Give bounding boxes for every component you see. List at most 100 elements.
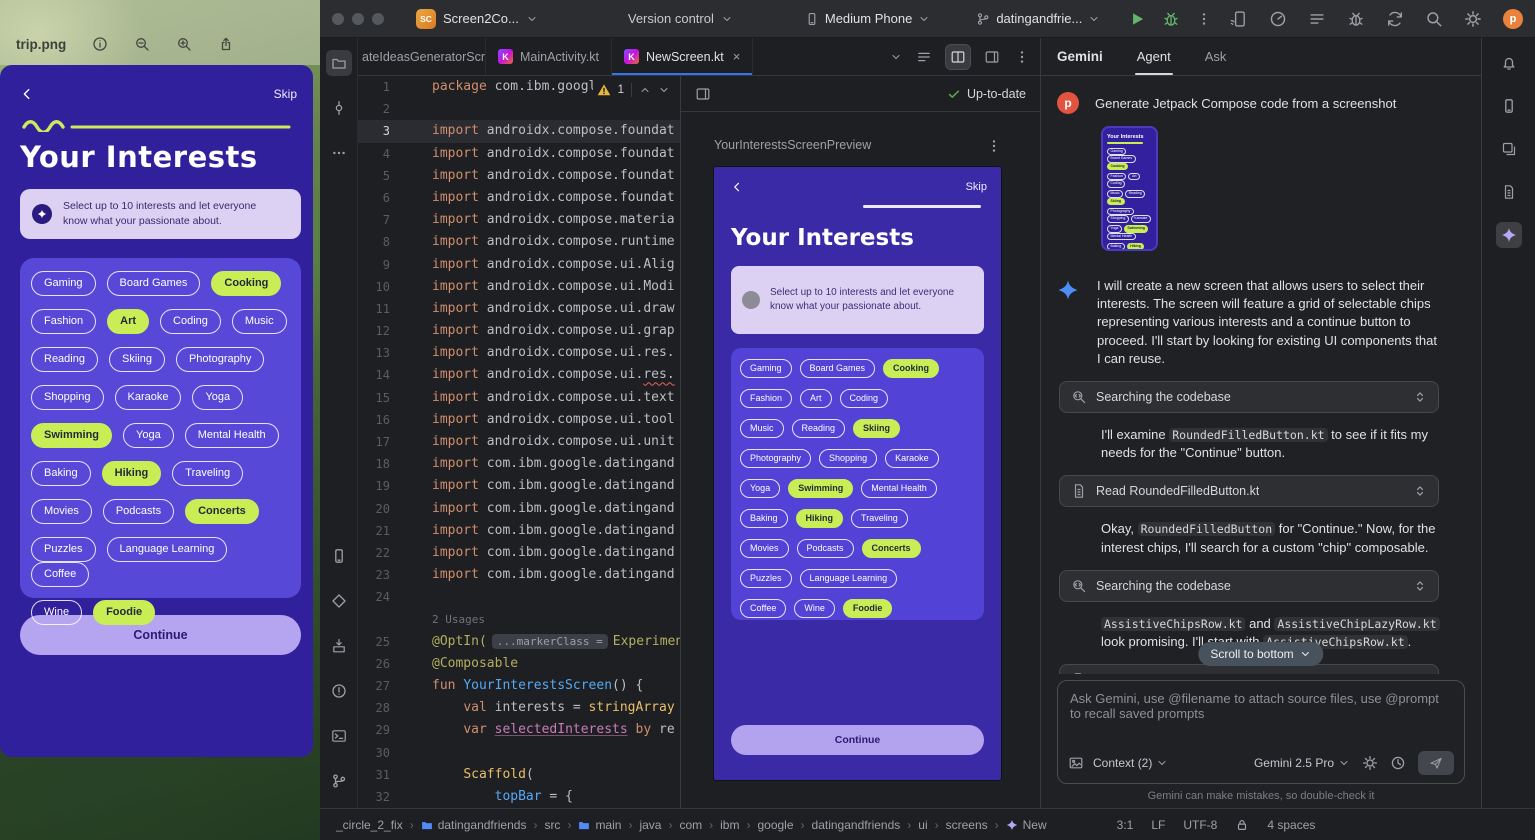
problems-button[interactable]	[326, 678, 352, 704]
code-line[interactable]: 2	[358, 98, 680, 120]
interest-chip[interactable]: Shopping	[819, 449, 877, 468]
design-view-button[interactable]	[980, 45, 1004, 69]
code-line[interactable]: 28 val interests = stringArray	[358, 697, 680, 719]
device-selector[interactable]: Medium Phone	[799, 7, 936, 30]
prompt-settings-icon[interactable]	[1362, 755, 1378, 771]
interest-chip[interactable]: Cooking	[883, 359, 939, 378]
prev-problem-icon[interactable]	[639, 84, 651, 96]
interest-chip[interactable]: Foodie	[843, 599, 893, 618]
documentation-button[interactable]	[1496, 179, 1522, 205]
interest-chip[interactable]: Karaoke	[115, 385, 182, 410]
resource-manager-button[interactable]	[1496, 136, 1522, 162]
interest-chip[interactable]: Photography	[176, 347, 264, 372]
project-selector[interactable]: SC Screen2Co...	[410, 6, 544, 32]
sync-project-icon[interactable]	[1386, 10, 1404, 28]
debug-button[interactable]	[1162, 10, 1180, 28]
info-icon[interactable]	[92, 36, 108, 52]
breadcrumb-item[interactable]: _circle_2_fix	[336, 818, 403, 832]
run-button[interactable]	[1128, 10, 1146, 28]
project-tool-button[interactable]	[326, 50, 352, 76]
interest-chip[interactable]: Karaoke	[885, 449, 939, 468]
tab-agent[interactable]: Agent	[1137, 49, 1171, 64]
interest-chip[interactable]: Concerts	[862, 539, 921, 558]
close-window-button[interactable]	[332, 13, 344, 25]
interest-chip[interactable]: Music	[232, 309, 287, 334]
preview-layout-icon[interactable]	[695, 86, 711, 102]
device-mirroring-icon[interactable]	[1230, 10, 1248, 28]
interest-chip[interactable]: Photography	[740, 449, 811, 468]
interest-chip[interactable]: Fashion	[740, 389, 792, 408]
code-line[interactable]: 22import com.ibm.google.datingand	[358, 542, 680, 564]
code-line[interactable]: 14import androidx.compose.ui.res.	[358, 364, 680, 386]
interest-chip[interactable]: Yoga	[123, 423, 174, 448]
code-line[interactable]: 9import androidx.compose.ui.Alig	[358, 254, 680, 276]
interest-chip[interactable]: Baking	[31, 461, 91, 486]
interest-chip[interactable]: Gaming	[31, 271, 96, 296]
interest-chip[interactable]: Skiing	[109, 347, 165, 372]
interest-chip[interactable]: Yoga	[740, 479, 780, 498]
device-explorer-button[interactable]	[1496, 93, 1522, 119]
build-button[interactable]	[326, 633, 352, 659]
interest-chip[interactable]: Traveling	[172, 461, 243, 486]
lock-icon[interactable]	[1235, 818, 1249, 832]
zoom-window-button[interactable]	[372, 13, 384, 25]
caret-position[interactable]: 3:1	[1117, 818, 1134, 832]
breadcrumb-item[interactable]: datingandfriends	[812, 818, 901, 832]
breadcrumb-item[interactable]: java	[639, 818, 661, 832]
code-line[interactable]: 17import androidx.compose.ui.unit	[358, 431, 680, 453]
interest-chip[interactable]: Language Learning	[800, 569, 898, 588]
more-tool-windows-button[interactable]	[326, 140, 352, 166]
interest-chip[interactable]: Concerts	[185, 499, 259, 524]
interest-chip[interactable]: Hiking	[102, 461, 162, 486]
running-devices-button[interactable]	[326, 543, 352, 569]
tool-call-row-search-2[interactable]: Searching the codebase	[1059, 570, 1439, 602]
interest-chip[interactable]: Language Learning	[107, 537, 228, 562]
back-chevron-icon[interactable]	[20, 87, 34, 101]
expand-collapse-icon[interactable]	[1413, 673, 1427, 674]
tab-ask[interactable]: Ask	[1205, 49, 1227, 64]
user-avatar[interactable]: p	[1503, 9, 1523, 29]
expand-collapse-icon[interactable]	[1413, 579, 1427, 593]
share-icon[interactable]	[218, 36, 234, 52]
line-separator[interactable]: LF	[1151, 818, 1165, 832]
indent-info[interactable]: 4 spaces	[1267, 818, 1315, 832]
scroll-to-bottom-button[interactable]: Scroll to bottom	[1198, 642, 1323, 666]
code-line[interactable]: 4import androidx.compose.foundat	[358, 143, 680, 165]
code-line[interactable]: 16import androidx.compose.ui.tool	[358, 409, 680, 431]
interest-chip[interactable]: Puzzles	[740, 569, 792, 588]
tool-call-row-search-1[interactable]: Searching the codebase	[1059, 381, 1439, 413]
interest-chip[interactable]: Traveling	[851, 509, 908, 528]
tab-newscreen[interactable]: K NewScreen.kt ×	[612, 38, 753, 75]
notifications-button[interactable]	[1496, 50, 1522, 76]
tab-list-chevron-icon[interactable]	[890, 51, 902, 63]
interest-chip[interactable]: Yoga	[192, 385, 243, 410]
code-line[interactable]: 19import com.ibm.google.datingand	[358, 475, 680, 497]
code-line[interactable]: 30	[358, 742, 680, 764]
interest-chip[interactable]: Mental Health	[185, 423, 279, 448]
code-editor[interactable]: 1 1package com.ibm.googl23import android…	[358, 76, 680, 808]
code-line[interactable]: 12import androidx.compose.ui.grap	[358, 320, 680, 342]
interest-chip[interactable]: Foodie	[93, 600, 155, 625]
breadcrumb-item[interactable]: ibm	[720, 818, 739, 832]
code-line[interactable]: 6import androidx.compose.foundat	[358, 187, 680, 209]
interest-chip[interactable]: Puzzles	[31, 537, 96, 562]
interest-chip[interactable]: Art	[107, 309, 149, 334]
interest-chip[interactable]: Baking	[740, 509, 788, 528]
app-quality-insights-icon[interactable]	[1347, 10, 1365, 28]
app-inspection-button[interactable]	[326, 588, 352, 614]
interest-chip[interactable]: Hiking	[796, 509, 844, 528]
interest-chip[interactable]: Gaming	[740, 359, 792, 378]
run-config-selector[interactable]: datingandfrie...	[970, 7, 1106, 30]
code-line[interactable]: 18import com.ibm.google.datingand	[358, 453, 680, 475]
interest-chip[interactable]: Cooking	[211, 271, 281, 296]
code-line[interactable]: 7import androidx.compose.materia	[358, 209, 680, 231]
more-actions-icon[interactable]	[1196, 11, 1212, 27]
expand-collapse-icon[interactable]	[1413, 390, 1427, 404]
interest-chip[interactable]: Skiing	[853, 419, 900, 438]
breadcrumb-item[interactable]: ui	[918, 818, 927, 832]
history-icon[interactable]	[1390, 755, 1406, 771]
code-line[interactable]: 3import androidx.compose.foundat	[358, 120, 680, 142]
interest-chip[interactable]: Reading	[792, 419, 846, 438]
breadcrumb-item[interactable]: src	[544, 818, 560, 832]
settings-icon[interactable]	[1464, 10, 1482, 28]
